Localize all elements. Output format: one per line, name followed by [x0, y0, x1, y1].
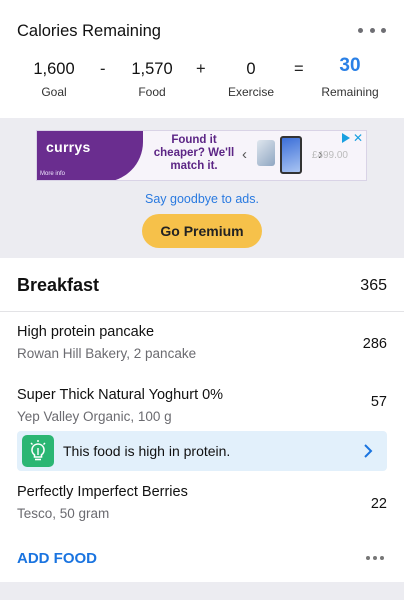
- ad-banner[interactable]: currys More info Found it cheaper? We'll…: [36, 130, 367, 181]
- more-options-icon[interactable]: [358, 20, 386, 40]
- food-calories: 57: [370, 394, 387, 410]
- goal-label: Goal: [41, 85, 67, 99]
- summary-title: Calories Remaining: [17, 22, 161, 40]
- food-entry-row[interactable]: Super Thick Natural Yoghurt 0% Yep Valle…: [0, 374, 404, 430]
- food-name: Perfectly Imperfect Berries: [17, 484, 188, 500]
- calories-remaining-card: Calories Remaining 1,600 Goal - 1,570 Fo…: [0, 0, 404, 118]
- remaining-stat[interactable]: 30 Remaining: [316, 55, 384, 99]
- remaining-value: 30: [339, 55, 361, 76]
- meal-title: Breakfast: [17, 275, 100, 295]
- equals-operator: =: [294, 60, 304, 78]
- food-calories: 286: [362, 336, 387, 352]
- ad-product-tablet-icon: [280, 136, 302, 174]
- food-description: Tesco, 50 gram: [17, 506, 110, 521]
- ad-choices-icon[interactable]: [342, 133, 350, 143]
- ad-price: £499.00: [311, 150, 348, 161]
- remove-ads-link[interactable]: Say goodbye to ads.: [0, 192, 404, 206]
- goal-stat[interactable]: 1,600 Goal: [26, 58, 82, 99]
- exercise-label: Exercise: [227, 85, 274, 99]
- food-description: Rowan Hill Bakery, 2 pancake: [17, 346, 197, 361]
- food-label: Food: [138, 85, 166, 99]
- ad-close-icon[interactable]: ✕: [353, 131, 363, 145]
- chevron-right-icon: [363, 443, 373, 464]
- add-food-button[interactable]: ADD FOOD: [17, 550, 97, 567]
- exercise-stat[interactable]: 0 Exercise: [220, 58, 282, 99]
- minus-operator: -: [100, 60, 106, 78]
- food-name: Super Thick Natural Yoghurt 0%: [17, 387, 224, 403]
- food-value: 1,570: [131, 60, 173, 78]
- calorie-equation: 1,600 Goal - 1,570 Food + 0 Exercise = 3…: [0, 55, 404, 104]
- protein-insight-banner[interactable]: This food is high in protein.: [17, 431, 387, 471]
- ad-product-tablet-small-icon: [257, 140, 275, 166]
- food-calories: 22: [370, 496, 387, 512]
- ad-more-info-link[interactable]: More info: [40, 171, 65, 177]
- ad-headline: Found it cheaper? We'll match it.: [153, 134, 235, 172]
- food-entry-row[interactable]: Perfectly Imperfect Berries Tesco, 50 gr…: [0, 474, 404, 534]
- remaining-label: Remaining: [321, 85, 379, 99]
- exercise-value: 0: [246, 60, 256, 78]
- food-entry-row[interactable]: High protein pancake Rowan Hill Bakery, …: [0, 312, 404, 374]
- insight-text: This food is high in protein.: [63, 443, 231, 459]
- food-stat[interactable]: 1,570 Food: [124, 58, 180, 99]
- lightbulb-icon: [22, 435, 54, 467]
- ad-prev-chevron-icon[interactable]: ‹: [242, 146, 247, 163]
- plus-operator: +: [196, 60, 206, 78]
- goal-value: 1,600: [33, 60, 75, 78]
- meal-header: Breakfast 365: [0, 258, 404, 312]
- go-premium-button[interactable]: Go Premium: [142, 214, 262, 248]
- ad-section: currys More info Found it cheaper? We'll…: [0, 118, 404, 258]
- meal-total-calories: 365: [360, 277, 387, 294]
- breakfast-section: Breakfast 365 High protein pancake Rowan…: [0, 258, 404, 582]
- meal-options-icon[interactable]: [366, 555, 384, 561]
- ad-logo: currys: [46, 139, 91, 155]
- food-name: High protein pancake: [17, 324, 155, 340]
- section-divider: [0, 582, 404, 600]
- food-description: Yep Valley Organic, 100 g: [17, 409, 172, 424]
